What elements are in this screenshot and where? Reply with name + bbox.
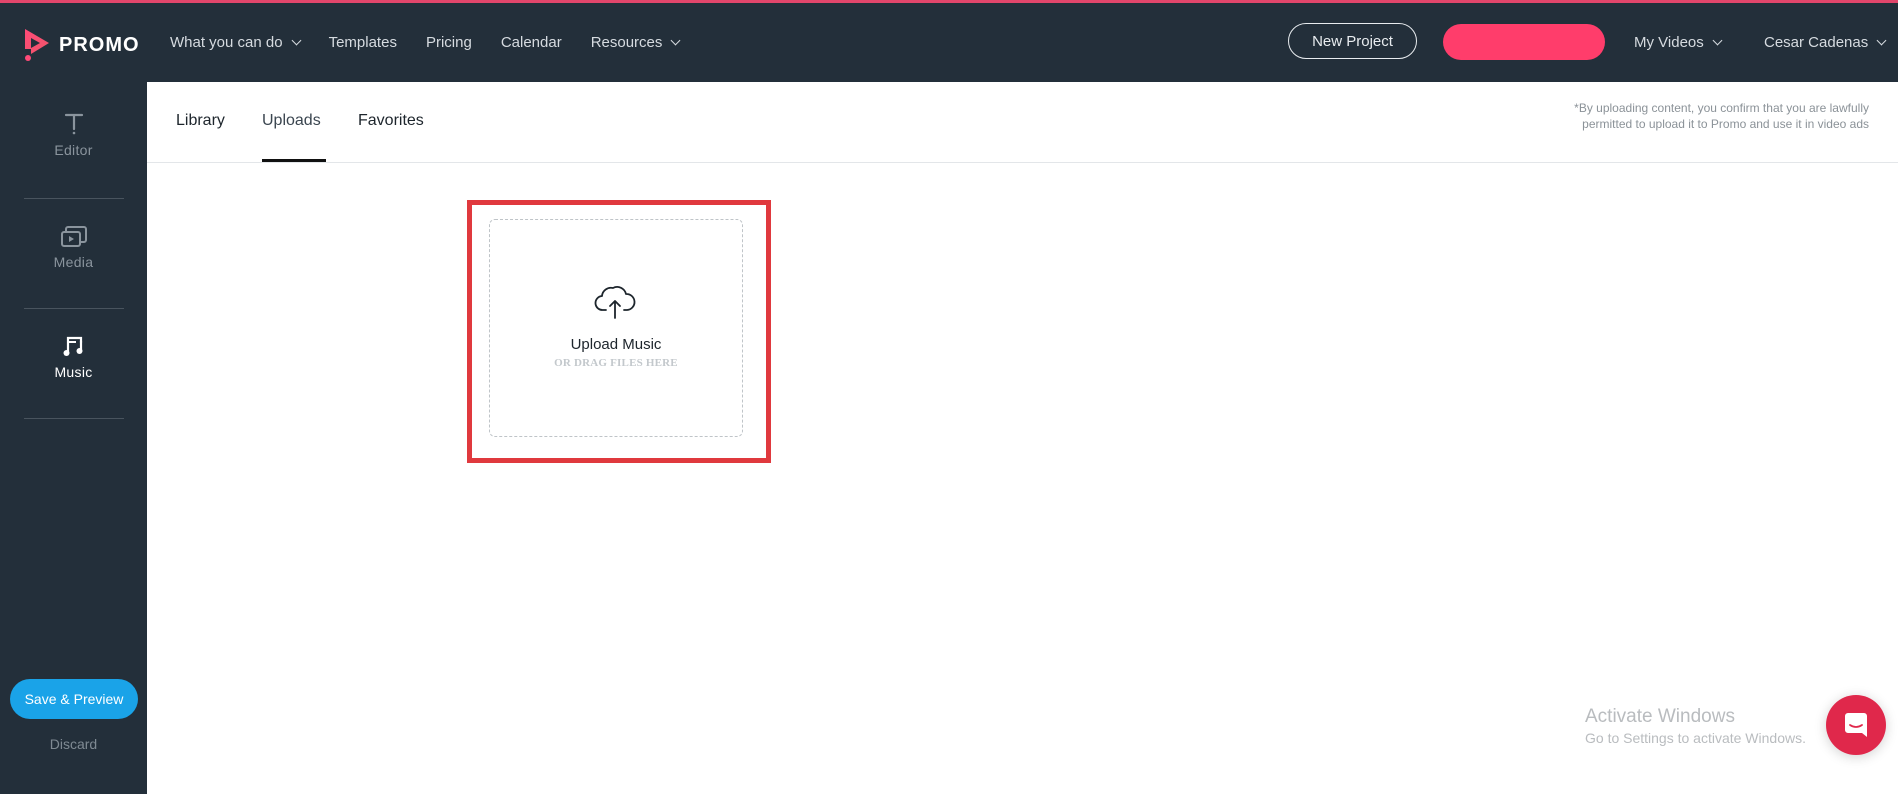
save-preview-button[interactable]: Save & Preview — [10, 679, 138, 719]
sidebar-divider — [24, 308, 124, 309]
upload-dropzone[interactable]: Upload Music OR DRAG FILES HERE — [489, 219, 743, 437]
upgrade-cta-button[interactable] — [1443, 24, 1605, 60]
sidebar-item-label: Editor — [54, 142, 93, 158]
user-menu[interactable]: Cesar Cadenas — [1764, 3, 1887, 82]
chevron-down-icon — [1712, 35, 1723, 46]
new-project-button[interactable]: New Project — [1288, 23, 1417, 59]
active-tab-indicator — [262, 159, 326, 162]
nav-label: Pricing — [425, 34, 472, 51]
chat-icon — [1845, 713, 1867, 737]
upload-title: Upload Music — [570, 336, 662, 353]
my-videos-label: My Videos — [1634, 34, 1704, 51]
nav-templates[interactable]: Templates — [329, 34, 397, 51]
windows-activation-watermark: Activate Windows Go to Settings to activ… — [1585, 706, 1806, 748]
nav-label: What you can do — [170, 34, 283, 51]
nav-label: Resources — [590, 34, 663, 51]
discard-button[interactable]: Discard — [0, 736, 147, 752]
nav-what-you-can-do[interactable]: What you can do — [170, 34, 302, 51]
chevron-down-icon — [1876, 35, 1887, 46]
nav-pricing[interactable]: Pricing — [426, 34, 472, 51]
promo-logo[interactable]: PROMO — [22, 27, 140, 63]
upload-disclaimer: *By uploading content, you confirm that … — [1574, 101, 1869, 131]
cloud-upload-icon — [594, 286, 636, 319]
chat-launcher-button[interactable] — [1826, 695, 1886, 755]
nav-calendar[interactable]: Calendar — [501, 34, 562, 51]
tab-library[interactable]: Library — [176, 112, 225, 130]
media-icon — [60, 226, 87, 247]
tab-uploads[interactable]: Uploads — [262, 112, 321, 130]
tab-favorites[interactable]: Favorites — [358, 112, 424, 130]
music-icon — [63, 336, 82, 356]
nav-label: Calendar — [500, 34, 562, 51]
sidebar-divider — [24, 418, 124, 419]
sidebar-divider — [24, 198, 124, 199]
watermark-line2: Go to Settings to activate Windows. — [1585, 730, 1806, 746]
my-videos-menu[interactable]: My Videos — [1634, 3, 1723, 82]
promo-logo-icon — [25, 29, 49, 61]
top-header: PROMO What you can do Templates Pricing … — [0, 3, 1898, 82]
brand-name: PROMO — [59, 33, 140, 56]
sidebar-item-music[interactable]: Music — [0, 334, 147, 380]
sidebar-item-label: Music — [54, 364, 93, 380]
nav-label: Templates — [328, 34, 397, 51]
watermark-line1: Activate Windows — [1585, 706, 1735, 727]
sidebar-item-label: Media — [53, 254, 94, 270]
chevron-down-icon — [291, 35, 302, 46]
sidebar-item-editor[interactable]: Editor — [0, 112, 147, 158]
nav-resources[interactable]: Resources — [590, 34, 681, 51]
sidebar-item-media[interactable]: Media — [0, 224, 147, 270]
text-icon — [64, 113, 83, 135]
main-nav: What you can do Templates Pricing Calend… — [170, 3, 708, 82]
user-name: Cesar Cadenas — [1764, 34, 1869, 51]
upload-subtitle: OR DRAG FILES HERE — [554, 357, 678, 369]
chevron-down-icon — [670, 35, 681, 46]
